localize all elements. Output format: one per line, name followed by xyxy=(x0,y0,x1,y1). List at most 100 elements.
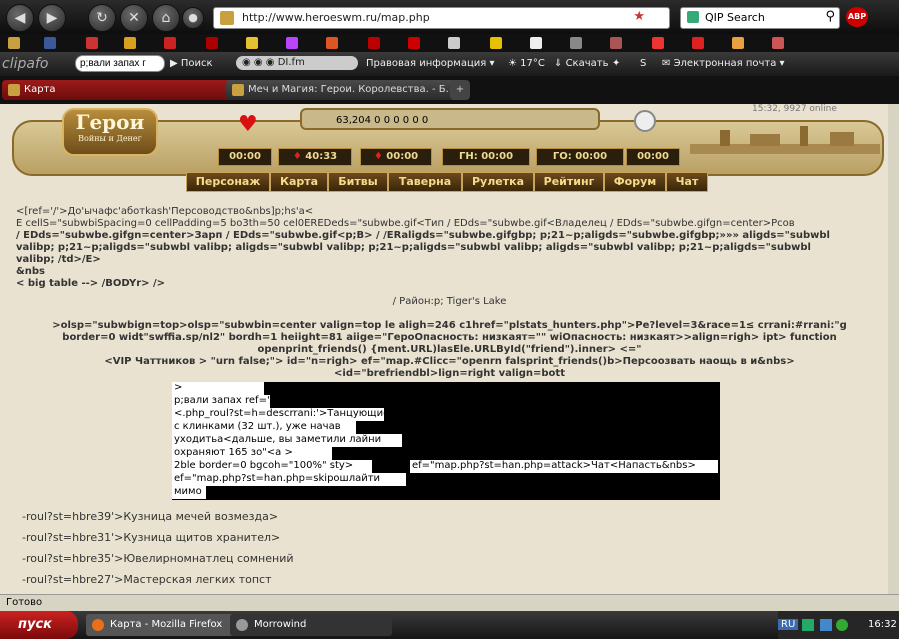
tab-favicon xyxy=(232,84,244,96)
timer-3: ♦ 00:00 xyxy=(360,148,432,166)
building-link[interactable]: -roul?st=hbre39'>Кузница мечей возмезда> xyxy=(22,510,278,523)
toolbar-search-button[interactable]: ▶ Поиск xyxy=(170,58,213,69)
windows-taskbar: пуск Карта - Mozilla Firefox Morrowind R… xyxy=(0,611,899,639)
timer-icon: ♦ xyxy=(292,151,306,162)
resources-bar: 63,204 0 0 0 0 0 0 xyxy=(300,108,600,130)
start-button[interactable]: пуск xyxy=(0,611,78,639)
bookmark-icon[interactable] xyxy=(326,37,338,49)
tray-icon[interactable] xyxy=(820,619,832,631)
code-line: openprint_friends() {ment.URL)lasEle.URL… xyxy=(257,344,642,355)
network-icon[interactable]: ✦ xyxy=(612,58,620,69)
content-line: < big table --> /BODYr> /> xyxy=(16,278,166,289)
tab-map[interactable]: Карта ● xyxy=(2,80,240,100)
logo-subtitle: Войны и Денег xyxy=(78,134,142,143)
content-line: E cellS="subwbiSpacing=0 cellPadding=5 b… xyxy=(16,218,795,229)
forward-button[interactable]: ▶ xyxy=(38,4,66,32)
nav-map[interactable]: Карта xyxy=(270,172,328,192)
bookmarks-toolbar xyxy=(0,34,899,52)
qip-icon xyxy=(687,11,699,23)
bookmark-icon[interactable] xyxy=(246,37,258,49)
content-line: / EDds="subwbe.gifgn=center>Зарп / EDds=… xyxy=(16,230,830,241)
speech-icon[interactable]: ● xyxy=(182,7,204,29)
nav-forum[interactable]: Форум xyxy=(604,172,666,192)
event-line: p;вали запах ref='/'> xyxy=(174,395,285,406)
toolbar-search-input[interactable] xyxy=(75,55,165,72)
bookmark-icon[interactable] xyxy=(732,37,744,49)
game-logo[interactable]: Герои Войны и Денег xyxy=(62,108,158,156)
tray-icon[interactable] xyxy=(836,619,848,631)
clock: 16:32 xyxy=(868,619,897,630)
bookmark-icon[interactable] xyxy=(124,37,136,49)
stop-button[interactable]: ✕ xyxy=(120,4,148,32)
tab-label: Карта xyxy=(24,84,56,95)
site-favicon xyxy=(220,11,234,25)
bookmark-icon[interactable] xyxy=(86,37,98,49)
search-engine-label: QIP Search xyxy=(705,11,765,24)
download-button[interactable]: ⇓ Скачать xyxy=(554,58,608,69)
url-text[interactable]: http://www.heroeswm.ru/map.php xyxy=(242,11,430,24)
weather-widget[interactable]: ☀ 17°C xyxy=(508,58,545,69)
bookmark-icon[interactable] xyxy=(408,37,420,49)
bookmark-icon[interactable] xyxy=(368,37,380,49)
skype-icon[interactable]: S xyxy=(640,58,646,69)
vertical-scrollbar[interactable] xyxy=(888,104,899,594)
bookmark-icon[interactable] xyxy=(44,37,56,49)
nav-tavern[interactable]: Таверна xyxy=(388,172,462,192)
clock-icon xyxy=(634,110,656,132)
nav-battles[interactable]: Битвы xyxy=(328,172,388,192)
taskbar-item-morrowind[interactable]: Morrowind xyxy=(230,614,392,636)
nav-roulette[interactable]: Рулетка xyxy=(462,172,534,192)
bookmark-icon[interactable] xyxy=(610,37,622,49)
building-link[interactable]: -roul?st=hbre27'>Мастерская легких топст xyxy=(22,573,272,586)
bookmark-icon[interactable] xyxy=(448,37,460,49)
bookmark-icon[interactable] xyxy=(652,37,664,49)
code-line: <id="brefriendbl>lign=right valign=bott xyxy=(334,368,565,379)
content-line: valibp; p;21~p;aligds="subwbl valibp; al… xyxy=(16,242,811,253)
reload-button[interactable]: ↻ xyxy=(88,4,116,32)
logo-title: Герои xyxy=(75,110,145,134)
language-indicator[interactable]: RU xyxy=(778,619,799,630)
code-line: <VIP Чаттников > "urn false;"> id="n=rig… xyxy=(104,356,795,367)
home-button[interactable]: ⌂ xyxy=(152,4,180,32)
nav-character[interactable]: Персонаж xyxy=(186,172,270,192)
adblock-button[interactable]: ABP xyxy=(846,7,868,27)
timer-1: 00:00 xyxy=(218,148,272,166)
building-link[interactable]: -roul?st=hbre35'>Ювелирномнатлец сомнени… xyxy=(22,552,294,565)
nav-chat[interactable]: Чат xyxy=(666,172,708,192)
url-bar[interactable]: http://www.heroeswm.ru/map.php ★ xyxy=(213,7,670,29)
taskbar-item-firefox[interactable]: Карта - Mozilla Firefox xyxy=(86,614,248,636)
bookmark-icon[interactable] xyxy=(8,37,20,49)
bookmark-icon[interactable] xyxy=(530,37,542,49)
building-link[interactable]: -roul?st=hbre31'>Кузница щитов хранител> xyxy=(22,531,280,544)
radio-player[interactable]: ◉ ◉ ◉ DI.fm xyxy=(236,56,358,70)
back-button[interactable]: ◀ xyxy=(6,4,34,32)
tray-icon[interactable] xyxy=(802,619,814,631)
health-heart-icon: ♥ xyxy=(238,112,258,137)
search-icon[interactable]: ⚲ xyxy=(825,9,835,24)
search-box[interactable]: QIP Search ⚲ xyxy=(680,7,840,29)
tab-heroes-game[interactable]: Меч и Магия: Герои. Королевства. - Б... … xyxy=(226,80,464,100)
skip-link[interactable]: ef="map.php?st=han.php=skipошлайти xyxy=(174,473,380,484)
bookmark-icon[interactable] xyxy=(164,37,176,49)
event-line[interactable]: <.php_roul?st=h=descrrani:'>Танцующие xyxy=(174,408,389,419)
content-line: valibp; /td>/E> xyxy=(16,254,101,265)
clipafon-logo: clipafo xyxy=(2,56,49,72)
radio-station: DI.fm xyxy=(277,57,305,68)
bookmark-icon[interactable] xyxy=(772,37,784,49)
timer-6: 00:00 xyxy=(626,148,680,166)
legal-info-button[interactable]: Правовая информация ▾ xyxy=(366,58,494,69)
email-button[interactable]: ✉ Электронная почта ▾ xyxy=(662,58,785,69)
bookmark-icon[interactable] xyxy=(206,37,218,49)
bookmark-icon[interactable] xyxy=(570,37,582,49)
timer-2: ♦ 40:33 xyxy=(278,148,352,166)
bookmark-icon[interactable] xyxy=(286,37,298,49)
clipafon-toolbar: clipafo ▶ Поиск ◉ ◉ ◉ DI.fm Правовая инф… xyxy=(0,52,899,76)
nav-rating[interactable]: Рейтинг xyxy=(534,172,604,192)
new-tab-button[interactable]: + xyxy=(450,80,470,100)
bookmark-icon[interactable] xyxy=(490,37,502,49)
attack-link[interactable]: ef="map.php?st=han.php=attack>Чат<Напаст… xyxy=(412,460,696,471)
event-line: охраняют 165 зо"<a > xyxy=(174,447,293,458)
event-panel: > p;вали запах ref='/'> <.php_roul?st=h=… xyxy=(172,382,720,500)
bookmark-star-icon[interactable]: ★ xyxy=(633,9,645,24)
bookmark-icon[interactable] xyxy=(692,37,704,49)
